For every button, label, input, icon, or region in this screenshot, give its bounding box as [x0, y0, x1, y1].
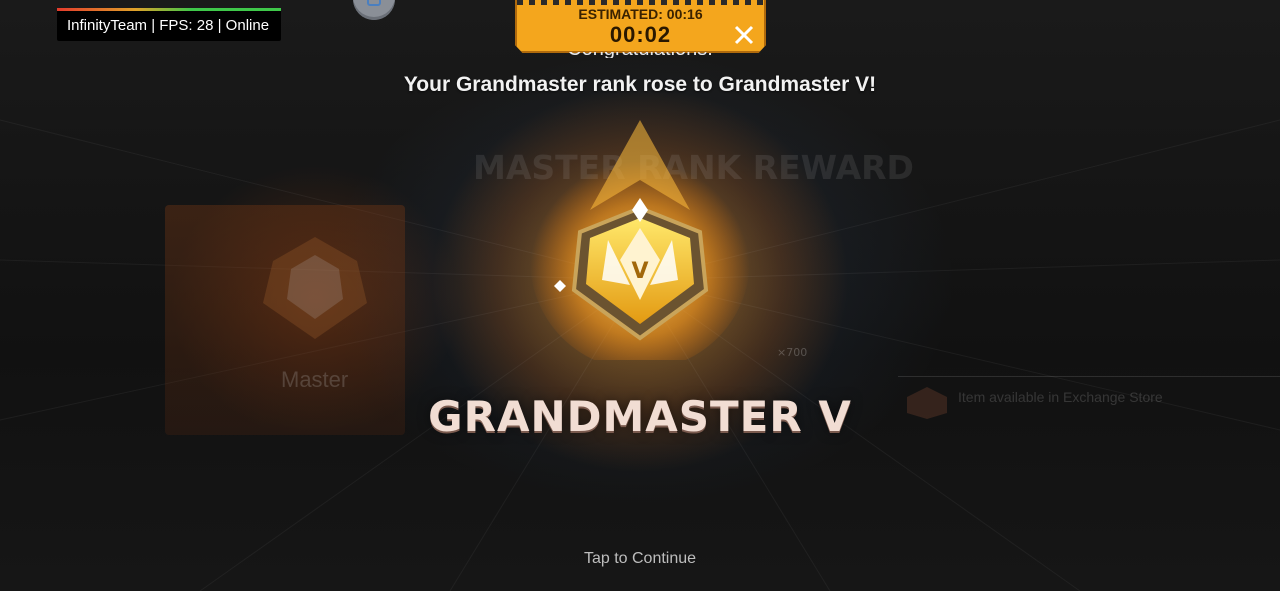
- fps-overlay: InfinityTeam | FPS: 28 | Online: [57, 8, 281, 41]
- tap-to-continue-button[interactable]: Tap to Continue: [0, 550, 1280, 568]
- previous-rank-label: Master: [281, 367, 349, 392]
- timer-stripe: [517, 0, 764, 5]
- timer-estimated: ESTIMATED: 00:16: [578, 6, 703, 22]
- reward-price: ×700: [777, 346, 808, 359]
- rank-title: GRANDMASTER V: [428, 392, 852, 441]
- divider: [898, 376, 1280, 377]
- close-icon[interactable]: [733, 24, 755, 46]
- rank-up-message: Your Grandmaster rank rose to Grandmaste…: [403, 73, 877, 96]
- timer-elapsed: 00:02: [609, 22, 672, 47]
- master-emblem-icon: [263, 237, 367, 339]
- fps-text: InfinityTeam | FPS: 28 | Online: [67, 17, 270, 34]
- status-bar: [57, 8, 281, 11]
- emblem-tier: V: [631, 259, 648, 284]
- grandmaster-emblem-icon: V: [530, 120, 750, 360]
- timer-panel: ESTIMATED: 00:16 00:02: [515, 0, 766, 53]
